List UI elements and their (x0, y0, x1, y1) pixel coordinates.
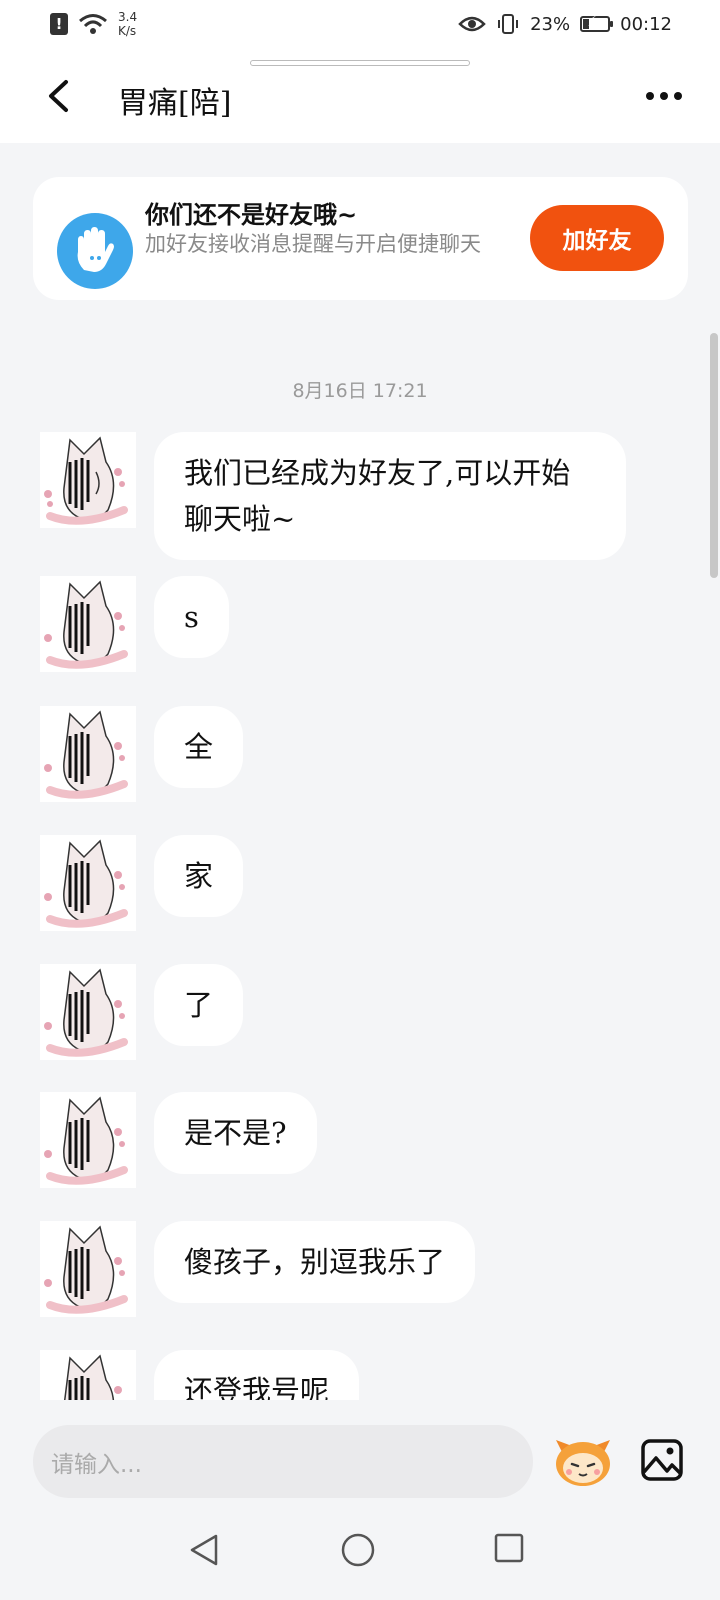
avatar[interactable] (40, 1092, 136, 1188)
message-bubble[interactable]: 傻孩子，别逗我乐了 (154, 1221, 476, 1303)
back-arrow-icon (49, 80, 68, 112)
vibrate-icon (498, 14, 519, 34)
image-icon[interactable] (640, 1438, 684, 1482)
network-speed-unit: K/s (118, 24, 137, 38)
avatar[interactable] (40, 576, 136, 672)
avatar[interactable] (40, 1221, 136, 1317)
avatar[interactable] (40, 835, 136, 931)
battery-percent: 23% (530, 13, 571, 35)
network-speed: 3.4 K/s (118, 10, 137, 38)
add-friend-button[interactable]: 加好友 (530, 205, 664, 271)
message-input[interactable]: 请输入... (33, 1425, 533, 1498)
hand-icon (57, 213, 133, 289)
message-bubble[interactable]: 全 (154, 706, 244, 788)
nav-home-icon[interactable] (340, 1532, 376, 1568)
more-icon[interactable] (642, 84, 686, 108)
message-bubble[interactable]: s (154, 576, 229, 658)
nav-recent-icon[interactable] (493, 1532, 525, 1564)
page-title: 胃痛[陪] (118, 86, 232, 121)
system-navbar (0, 1504, 720, 1600)
chat-timestamp: 8月16日 17:21 (292, 380, 428, 402)
input-bar: 请输入... (0, 1400, 720, 1504)
nav-back-icon[interactable] (186, 1532, 222, 1568)
friend-card-description: 加好友接收消息提醒与开启便捷聊天 (145, 232, 481, 256)
message-bubble[interactable]: 了 (154, 964, 244, 1046)
avatar[interactable] (40, 964, 136, 1060)
avatar[interactable] (40, 432, 136, 528)
wifi-icon (79, 14, 107, 34)
message-bubble[interactable]: 家 (154, 835, 244, 917)
charging-bolt-icon: ⚡ (587, 14, 597, 30)
alert-icon: ! (50, 13, 68, 35)
status-bar: ! 3.4 K/s 23% ⚡ 00:12 (0, 0, 720, 48)
message-bubble[interactable]: 是不是? (154, 1092, 317, 1174)
more-dot (646, 92, 654, 100)
more-dot (674, 92, 682, 100)
battery-icon: ⚡ (580, 14, 614, 32)
scrollbar[interactable] (710, 333, 718, 578)
status-left: ! 3.4 K/s (50, 10, 137, 38)
emoji-icon[interactable] (552, 1434, 614, 1488)
friend-request-card: 你们还不是好友哦~ 加好友接收消息提醒与开启便捷聊天 加好友 (33, 177, 688, 300)
eye-icon (458, 16, 486, 32)
friend-card-title: 你们还不是好友哦~ (145, 201, 358, 229)
status-right: 23% ⚡ 00:12 (458, 12, 672, 36)
back-button[interactable] (40, 78, 76, 114)
network-speed-value: 3.4 (118, 10, 138, 24)
drag-handle[interactable] (250, 60, 470, 66)
avatar[interactable] (40, 706, 136, 802)
hand-shape (77, 227, 114, 272)
status-time: 00:12 (620, 13, 672, 35)
more-dot (660, 92, 668, 100)
message-bubble[interactable]: 我们已经成为好友了,可以开始聊天啦~ (154, 432, 626, 560)
